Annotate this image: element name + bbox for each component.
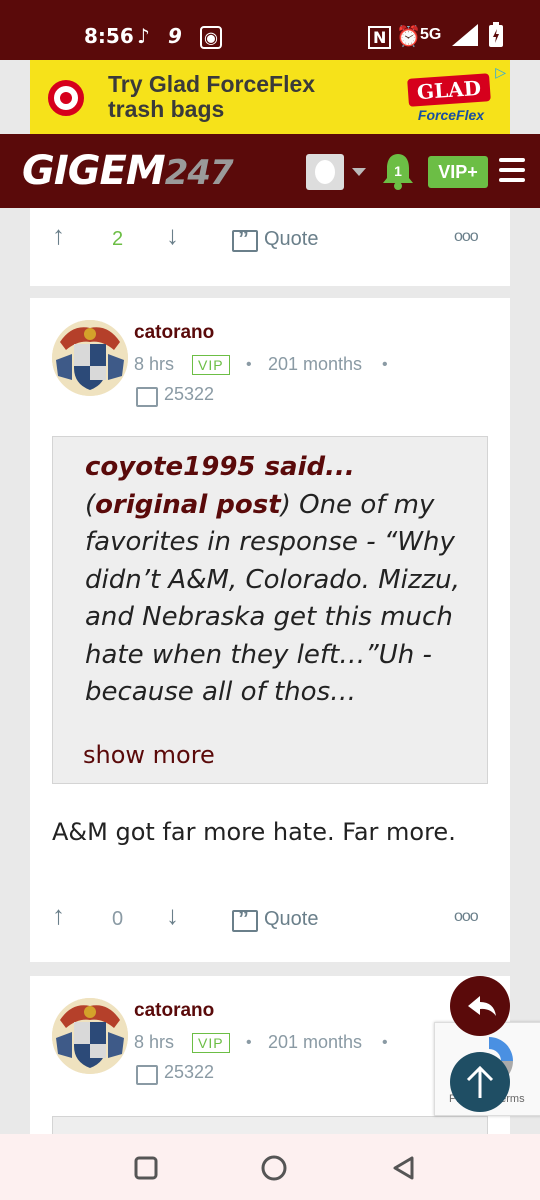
notification-count: 1	[394, 163, 402, 179]
post-count-icon	[136, 1065, 158, 1085]
separator-dot: •	[246, 1034, 252, 1051]
bell-icon[interactable]: 1	[381, 152, 415, 190]
user-avatar-crest[interactable]	[52, 998, 128, 1074]
quote-button[interactable]: Quote	[264, 908, 318, 931]
quote-icon[interactable]	[232, 226, 258, 252]
post-card: catorano 8 hrs VIP • 201 months • 25322 …	[30, 298, 510, 962]
post-time: 8 hrs	[134, 1032, 175, 1052]
quote-button[interactable]: Quote	[264, 228, 318, 251]
more-options-icon[interactable]: ooo	[454, 228, 479, 246]
menu-icon[interactable]	[499, 158, 525, 188]
glad-logo: GLAD ForceFlex	[398, 73, 504, 128]
chevron-down-icon[interactable]	[352, 168, 366, 176]
user-avatar-crest[interactable]	[52, 320, 128, 396]
vip-badge: VIP	[192, 355, 230, 375]
glad-sub: ForceFlex	[417, 107, 485, 123]
alarm-icon: ⏰	[396, 24, 421, 48]
back-icon[interactable]	[392, 1155, 416, 1181]
glad-brand: GLAD	[407, 73, 491, 107]
system-nav-bar	[0, 1134, 540, 1200]
upvote-icon[interactable]: ↑	[52, 220, 65, 251]
quote-icon[interactable]	[232, 906, 258, 932]
tenure: 201 months	[268, 1032, 363, 1052]
target-logo	[48, 80, 84, 116]
vip-badge: VIP	[192, 1033, 230, 1053]
tenure: 201 months	[268, 354, 363, 374]
post-count-icon	[136, 387, 158, 407]
battery-icon	[489, 22, 503, 47]
status-bar: 8:56 ♪ 9 ◉ N ⏰ 5G	[0, 0, 540, 60]
post-actions: ↑ 0 ↓ Quote ooo	[30, 900, 510, 940]
nine-icon: 9	[168, 24, 182, 48]
upvote-count: 2	[112, 228, 124, 250]
signal-icon	[452, 24, 478, 46]
post-time: 8 hrs	[134, 354, 175, 374]
user-avatar[interactable]	[306, 154, 344, 190]
home-icon[interactable]	[260, 1154, 288, 1182]
post-count: 25322	[164, 1062, 215, 1082]
nfc-icon: N	[368, 26, 392, 49]
downvote-icon[interactable]: ↓	[166, 900, 179, 931]
post-body: A&M got far more hate. Far more.	[52, 818, 456, 846]
quote-original-link[interactable]: original post	[95, 490, 281, 520]
separator-dot: •	[382, 1034, 388, 1051]
post-count: 25322	[164, 384, 215, 404]
reply-icon	[468, 996, 496, 1016]
recents-icon[interactable]	[134, 1156, 158, 1180]
ad-banner[interactable]: Try Glad ForceFlex trash bags GLAD Force…	[30, 60, 510, 134]
separator-dot: •	[246, 356, 252, 373]
tiktok-icon: ♪	[137, 24, 150, 48]
quote-author[interactable]: coyote1995 said...	[85, 452, 355, 482]
upvote-count: 0	[112, 908, 124, 930]
reply-button[interactable]	[450, 976, 510, 1036]
upvote-icon[interactable]: ↑	[52, 900, 65, 931]
adchoices-icon[interactable]: ▷	[495, 64, 506, 81]
username[interactable]: catorano	[134, 322, 214, 344]
vip-plus-button[interactable]: VIP+	[428, 156, 488, 188]
network-type: 5G	[420, 26, 442, 43]
site-logo[interactable]: GIGEM247	[22, 148, 234, 194]
downvote-icon[interactable]: ↓	[166, 220, 179, 251]
separator-dot: •	[382, 356, 388, 373]
scroll-top-button[interactable]	[450, 1052, 510, 1112]
post-card-previous: ↑ 2 ↓ Quote ooo	[30, 208, 510, 286]
more-options-icon[interactable]: ooo	[454, 908, 479, 926]
username[interactable]: catorano	[134, 1000, 214, 1022]
radio-icon: ◉	[200, 26, 222, 49]
quote-text: coyote1995 said... (original post) One o…	[85, 452, 460, 707]
post-actions: ↑ 2 ↓ Quote ooo	[30, 220, 510, 260]
show-more-link[interactable]: show more	[83, 741, 215, 769]
ad-headline: Try Glad ForceFlex trash bags	[108, 71, 316, 122]
status-time: 8:56	[84, 24, 134, 48]
quote-block: coyote1995 said... (original post) One o…	[52, 436, 488, 784]
arrow-up-icon	[466, 1065, 494, 1098]
